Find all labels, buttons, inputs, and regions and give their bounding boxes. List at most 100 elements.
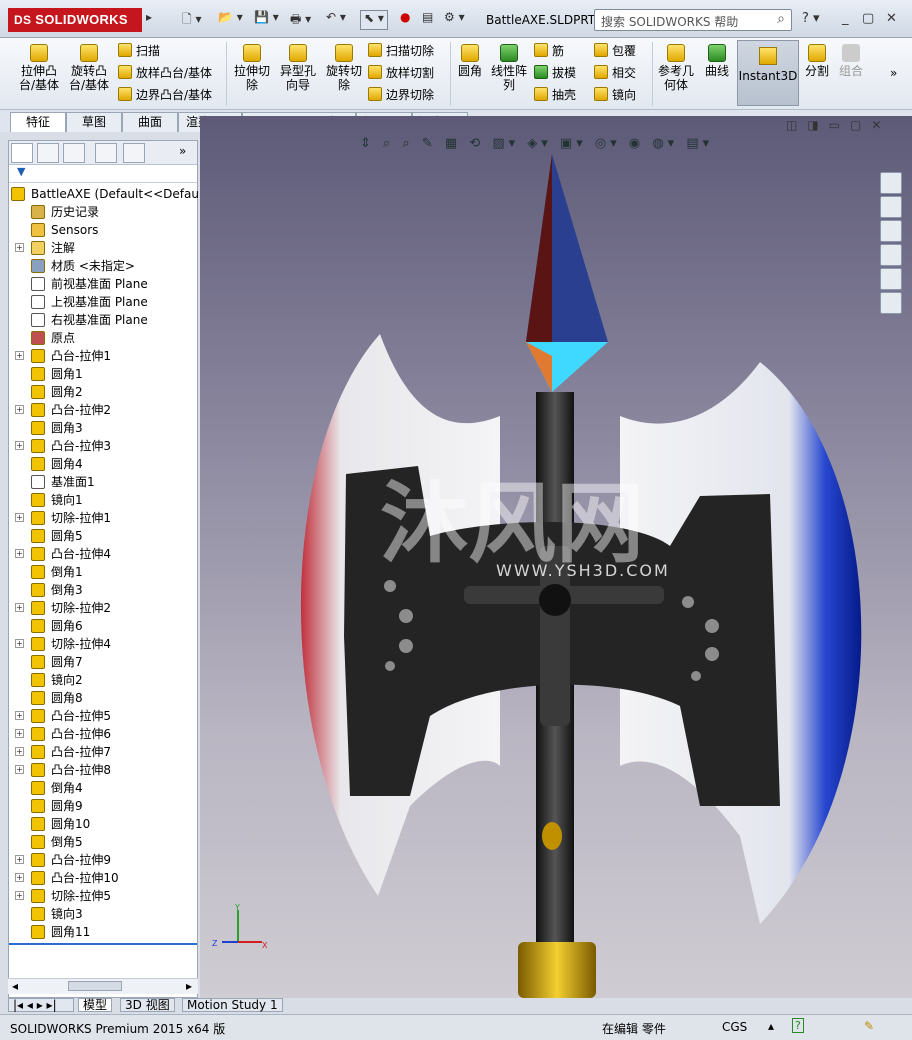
help-icon[interactable]: ? ▾ [802, 11, 820, 26]
tree-item[interactable]: 圆角5 [9, 527, 197, 545]
solidworks-logo[interactable]: DS SOLIDWORKS [8, 8, 142, 32]
revolve-boss-button[interactable]: 旋转凸台/基体 [66, 44, 112, 92]
tree-item[interactable]: + 凸台-拉伸4 [9, 545, 197, 563]
tab-surfaces[interactable]: 曲面 [122, 112, 178, 132]
tree-item[interactable]: + 凸台-拉伸8 [9, 761, 197, 779]
tab-model[interactable]: 模型 [78, 998, 113, 1012]
reference-geometry-button[interactable]: 参考几何体 [656, 44, 696, 92]
tree-root[interactable]: BattleAXE (Default<<Defaul [9, 185, 202, 203]
units-dropdown-icon[interactable]: ▴ [768, 1019, 774, 1033]
tree-item[interactable]: 材质 <未指定> [9, 257, 197, 275]
expand-icon[interactable]: + [15, 243, 24, 252]
tree-item[interactable]: 倒角3 [9, 581, 197, 599]
revolve-cut-button[interactable]: 旋转切除 [324, 44, 364, 92]
tree-item[interactable]: 圆角3 [9, 419, 197, 437]
viewport-window-controls[interactable]: ◫◨▭▢✕ [786, 118, 891, 132]
boundary-boss-button[interactable]: 边界凸台/基体 [118, 86, 212, 104]
tab-3d-view[interactable]: 3D 视图 [120, 998, 175, 1012]
dimxpert-tab[interactable] [95, 143, 117, 163]
tree-item[interactable]: + 注解 [9, 239, 197, 257]
expand-icon[interactable]: + [15, 891, 24, 900]
sweep-button[interactable]: 扫描 [118, 42, 160, 60]
split-button[interactable]: 分割 [802, 44, 832, 78]
expand-icon[interactable]: + [15, 765, 24, 774]
print-icon[interactable]: 🖶 ▾ [290, 10, 311, 30]
tab-sketch[interactable]: 草图 [66, 112, 122, 132]
expand-icon[interactable]: + [15, 747, 24, 756]
appearances-icon[interactable] [880, 268, 902, 290]
tab-motion-study[interactable]: Motion Study 1 [182, 998, 283, 1012]
graphics-area[interactable]: 沐风网 WWW.YSH3D.COM [200, 116, 912, 998]
tree-item[interactable]: + 凸台-拉伸10 [9, 869, 197, 887]
extrude-cut-button[interactable]: 拉伸切除 [232, 44, 272, 92]
tree-item[interactable]: + 凸台-拉伸2 [9, 401, 197, 419]
tree-item[interactable]: + 凸台-拉伸1 [9, 347, 197, 365]
search-input[interactable]: 搜索 SOLIDWORKS 帮助 ⌕ [594, 9, 792, 31]
expand-icon[interactable]: + [15, 549, 24, 558]
units-selector[interactable]: CGS [722, 1020, 747, 1034]
hole-wizard-button[interactable]: 异型孔向导 [276, 44, 320, 92]
wrap-button[interactable]: 包覆 [594, 42, 636, 60]
tree-item[interactable]: 圆角2 [9, 383, 197, 401]
curves-button[interactable]: 曲线 [700, 44, 734, 78]
tree-item[interactable]: + 凸台-拉伸6 [9, 725, 197, 743]
expand-panel-icon[interactable]: » [179, 144, 186, 158]
combine-button[interactable]: 组合 [836, 44, 866, 78]
swept-cut-button[interactable]: 扫描切除 [368, 42, 434, 60]
tree-item[interactable]: 倒角4 [9, 779, 197, 797]
fillet-button[interactable]: 圆角 [454, 44, 486, 78]
shell-button[interactable]: 抽壳 [534, 86, 576, 104]
property-manager-tab[interactable] [37, 143, 59, 163]
expand-icon[interactable]: + [15, 855, 24, 864]
expand-icon[interactable]: + [15, 513, 24, 522]
expand-icon[interactable]: + [15, 711, 24, 720]
configuration-manager-tab[interactable] [63, 143, 85, 163]
library-icon[interactable] [880, 196, 902, 218]
tree-item[interactable]: + 切除-拉伸5 [9, 887, 197, 905]
intersect-button[interactable]: 相交 [594, 64, 636, 82]
tree-item[interactable]: 基准面1 [9, 473, 197, 491]
tree-item[interactable]: + 切除-拉伸1 [9, 509, 197, 527]
tree-item[interactable]: 历史记录 [9, 203, 197, 221]
help-status-icon[interactable]: ? [792, 1018, 804, 1033]
heads-up-view-toolbar[interactable]: ⇕ ⌕ ⌕ ✎ ▦ ⟲ ▨▾ ◈▾ ▣▾ ◎▾ ◉ ◍▾ ▤▾ [360, 136, 713, 160]
rebuild-icon[interactable]: ● [400, 10, 410, 30]
tree-item[interactable]: 前视基准面 Plane [9, 275, 197, 293]
tree-item[interactable]: 镜向1 [9, 491, 197, 509]
tree-item[interactable]: 上视基准面 Plane [9, 293, 197, 311]
loft-boss-button[interactable]: 放样凸台/基体 [118, 64, 212, 82]
tree-item[interactable]: + 切除-拉伸4 [9, 635, 197, 653]
save-icon[interactable]: 💾 ▾ [254, 10, 279, 30]
tree-item[interactable]: 原点 [9, 329, 197, 347]
search-icon[interactable]: ⌕ [777, 11, 785, 27]
mirror-button[interactable]: 镜向 [594, 86, 636, 104]
tree-item[interactable]: + 凸台-拉伸3 [9, 437, 197, 455]
display-manager-tab[interactable] [123, 143, 145, 163]
rebuild-status-icon[interactable]: ✎ [864, 1019, 874, 1033]
view-palette-icon[interactable] [880, 244, 902, 266]
options-icon[interactable]: ⚙ ▾ [444, 10, 465, 30]
filter-icon[interactable]: ▼ [9, 165, 197, 183]
maximize-button[interactable]: ▢ [862, 11, 874, 26]
rollback-bar[interactable] [9, 943, 197, 945]
open-icon[interactable]: 📂 ▾ [218, 10, 243, 30]
extrude-boss-button[interactable]: 拉伸凸台/基体 [16, 44, 62, 92]
expand-icon[interactable]: + [15, 405, 24, 414]
tree-item[interactable]: 圆角10 [9, 815, 197, 833]
boundary-cut-button[interactable]: 边界切除 [368, 86, 434, 104]
nav-arrows[interactable]: |◂ ◂ ▸ ▸| [8, 998, 74, 1012]
tree-item[interactable]: + 凸台-拉伸7 [9, 743, 197, 761]
horizontal-scrollbar[interactable]: ◂ ▸ [8, 978, 198, 994]
close-button[interactable]: ✕ [886, 11, 897, 26]
tree-item[interactable]: 圆角6 [9, 617, 197, 635]
expand-icon[interactable]: + [15, 639, 24, 648]
new-document-icon[interactable]: 🗋 ▾ [182, 10, 202, 30]
lofted-cut-button[interactable]: 放样切割 [368, 64, 434, 82]
tree-item[interactable]: Sensors [9, 221, 197, 239]
minimize-button[interactable]: _ [842, 11, 849, 26]
tree-item[interactable]: 圆角7 [9, 653, 197, 671]
expand-icon[interactable]: + [15, 873, 24, 882]
file-explorer-icon[interactable] [880, 220, 902, 242]
tree-item[interactable]: 倒角1 [9, 563, 197, 581]
draft-button[interactable]: 拔模 [534, 64, 576, 82]
